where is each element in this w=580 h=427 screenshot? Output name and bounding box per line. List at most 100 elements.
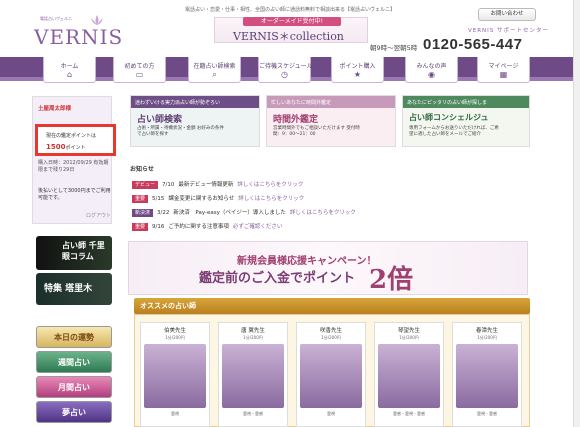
campaign-line3: 2倍	[369, 265, 414, 295]
nav-label: ポイント購入	[339, 63, 376, 70]
nav-label: ホーム	[60, 63, 79, 70]
points-box: 現在の鑑定ポイントは 1500ポイント	[35, 124, 116, 156]
advisor-photo	[300, 344, 362, 408]
user-name[interactable]: 土屋周太郎様	[38, 104, 71, 112]
advisor-category: 霊感・霊視・霊感	[393, 411, 425, 416]
advisor-cost: 1分/200円	[165, 335, 185, 340]
news-heading: お知らせ	[130, 166, 154, 173]
advisor-card[interactable]: 伯美先生 1分/200円 霊視	[140, 322, 210, 427]
advisor-name: 春潭先生	[475, 328, 498, 334]
news-tag: 重要	[132, 195, 149, 203]
advisor-category: 霊視・霊感	[243, 411, 263, 416]
fortune-week-button[interactable]: 週間占い	[36, 351, 112, 373]
collection-banner[interactable]: オーダーメイド受付中! VERNIS＊collection	[214, 17, 368, 43]
nav-schedule[interactable]: ご待機スケジュール ◷	[258, 57, 313, 83]
nav-points[interactable]: ポイント購入 ★	[331, 57, 384, 83]
contact-button[interactable]: お問い合わせ	[478, 8, 536, 21]
news-item[interactable]: 新決済 3/22 新決済 Pay-easy（ペイジー）導入しました 詳しくはこちらをク…	[132, 208, 356, 217]
fortune-month-button[interactable]: 月間占い	[36, 376, 112, 398]
topcard-concierge[interactable]: あなたにピッタリの占い師が探しま 占い師コンシェルジュ 専用フォームからお送りい…	[402, 95, 530, 147]
news-link[interactable]: 詳しくはこちらをクリック	[237, 182, 303, 188]
news-link[interactable]: 詳しくはこちらをクリック	[238, 196, 304, 202]
advisor-category: 霊視	[171, 411, 179, 416]
dream-fortune-button[interactable]: 夢占い	[36, 401, 112, 423]
advisor-category: 霊視・霊感	[477, 411, 497, 416]
topcard-header: 迷わずいける実力派占い師が勢ぞろい	[131, 96, 259, 108]
fortune-today-button[interactable]: 本日の運勢	[36, 326, 112, 348]
business-hours: 朝9時〜翌朝5時	[370, 44, 418, 52]
advisor-card[interactable]: 唐 翼先生 1分/200円 霊視・霊感	[218, 322, 288, 427]
nav-label: みんなの声	[416, 63, 447, 70]
news-text: ご予約に関する注意事項	[168, 224, 229, 230]
news-link[interactable]: 詳しくはこちらをクリック	[290, 210, 356, 216]
campaign-line1: 新規会員様応援キャンペーン！	[237, 256, 377, 267]
advisor-card[interactable]: 春潭先生 1分/200円 霊視・霊感	[452, 322, 522, 427]
monitor-icon: ▭	[135, 70, 144, 79]
topcard-overtime[interactable]: 忙しいあなたに時間外鑑定 時間外鑑定 営業時間外でもご相談いただけます 受付時間…	[266, 95, 396, 147]
search-icon: ⌕	[212, 70, 217, 79]
points-unit: ポイント	[65, 145, 86, 151]
nav-home[interactable]: ホーム ⌂	[43, 57, 96, 83]
news-item[interactable]: 重要 9/16 ご予約に関する注意事項 必ずご確認ください	[132, 222, 282, 231]
feature-label: 特集 塔里木	[44, 284, 93, 294]
feature-banner[interactable]: 特集 塔里木	[36, 273, 112, 305]
topcard-header: 忙しいあなたに時間外鑑定	[267, 96, 395, 108]
news-date: 5/15	[152, 196, 165, 202]
site-logo[interactable]: 電話占いヴェルニ VERNIS	[30, 12, 124, 49]
topcard-header: あなたにピッタリの占い師が探しま	[403, 96, 529, 108]
news-item[interactable]: デビュー 7/10 最新デビュー情報更新 詳しくはこちらをクリック	[132, 180, 303, 189]
advisor-photo	[144, 344, 206, 408]
topcard-sub: 占術・所属・待機状況・金額 お好みの条件で占い師を探す	[137, 126, 224, 137]
nav-label: 在籍占い師検索	[193, 63, 236, 70]
topcard-sub: 専用フォームからお送りいただければ、ご希望に適した占い師をメールでご紹介	[409, 126, 499, 137]
home-icon: ⌂	[66, 70, 73, 79]
news-date: 9/16	[152, 224, 165, 230]
campaign-banner[interactable]: 新規会員様応援キャンペーン！ 鑑定前のご入金でポイント 2倍	[128, 241, 528, 295]
topcard-title: 占い師コンシェルジュ	[409, 112, 489, 122]
advisor-cost: 1分/200円	[321, 335, 341, 340]
logo-subtitle: 電話占いヴェルニ	[40, 16, 72, 21]
topcard-title: 時間外鑑定	[273, 115, 319, 125]
news-tag: デビュー	[132, 181, 159, 189]
news-item[interactable]: 重要 5/15 課金変更に関するお知らせ 詳しくはこちらをクリック	[132, 194, 304, 203]
news-date: 3/22	[157, 210, 170, 216]
nav-voices[interactable]: みんなの声 ◉	[405, 57, 458, 83]
recommended-heading: オススメの占い師	[134, 298, 530, 314]
news-text: 課金変更に関するお知らせ	[168, 196, 235, 202]
topcard-search[interactable]: 迷わずいける実力派占い師が勢ぞろい 占い師検索 占術・所属・待機状況・金額 お好…	[130, 95, 260, 147]
postpay-text: 後払いとして3000円までご利用可能です。	[38, 188, 111, 201]
advisor-card[interactable]: 琴望先生 1分/200円 霊感・霊視・霊感	[374, 322, 444, 427]
column-banner[interactable]: 占い師 千里眼コラム	[36, 236, 112, 270]
news-link[interactable]: 必ずご確認ください	[233, 224, 283, 230]
nav-mypage[interactable]: マイページ ▦	[477, 57, 530, 83]
points-value: 1500	[46, 143, 66, 151]
advisor-category: 霊視	[327, 411, 335, 416]
column-label: 占い師 千里眼コラム	[62, 240, 105, 261]
phone-number[interactable]: 0120-565-447	[423, 36, 522, 53]
points-value-wrap: 1500ポイント	[46, 143, 86, 151]
news-text: 新決済 Pay-easy（ペイジー）導入しました	[173, 210, 286, 216]
nav-beginners[interactable]: 初めての方 ▭	[113, 57, 166, 83]
advisor-name: 伯美先生	[163, 328, 186, 334]
grid-icon: ▦	[499, 70, 508, 79]
news-tag: 新決済	[132, 209, 154, 217]
advisor-card[interactable]: 咲香先生 1分/200円 霊視	[296, 322, 366, 427]
news-date: 7/10	[162, 182, 175, 188]
advisor-photo	[456, 344, 518, 408]
vertical-scrollbar[interactable]	[573, 0, 580, 427]
points-label: 現在の鑑定ポイントは	[46, 133, 97, 139]
nav-search[interactable]: 在籍占い師検索 ⌕	[188, 57, 241, 83]
nav-label: 初めての方	[124, 63, 155, 70]
phone-block: 朝9時〜翌朝5時 0120-565-447	[370, 36, 538, 54]
news-tag: 重要	[132, 223, 149, 231]
star-icon: ★	[353, 70, 362, 79]
advisor-photo	[222, 344, 284, 408]
expiry-text: 購入日時：2012/09/29 有効期限まで残り29日	[38, 160, 109, 173]
topcard-sub: 営業時間外でもご相談いただけます 受付時間：9：00〜21：00	[273, 126, 360, 137]
speech-icon: ◉	[428, 70, 435, 79]
logout-link[interactable]: ログアウト	[86, 212, 111, 219]
logo-text: VERNIS	[34, 25, 124, 49]
advisor-name: 琴望先生	[397, 328, 420, 334]
support-label: VERNIS サポートセンター	[468, 28, 550, 34]
banner-title: VERNIS＊collection	[233, 30, 344, 43]
